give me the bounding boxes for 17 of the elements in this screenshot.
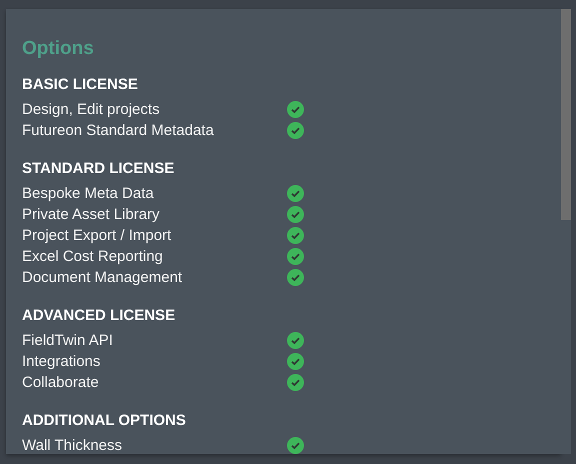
- feature-label: FieldTwin API: [22, 332, 114, 349]
- section-heading: STANDARD LICENSE: [22, 159, 176, 179]
- section-heading: ADVANCED LICENSE: [22, 306, 176, 326]
- feature-label: Excel Cost Reporting: [22, 248, 164, 265]
- scrollbar[interactable]: [561, 9, 571, 454]
- panel-title: Options: [22, 37, 95, 61]
- feature-label: Futureon Standard Metadata: [22, 122, 215, 139]
- section-heading: ADDITIONAL OPTIONS: [22, 411, 187, 431]
- feature-label: Document Management: [22, 269, 184, 286]
- feature-label: Bespoke Meta Data: [22, 185, 155, 202]
- feature-label: Integrations: [22, 353, 102, 370]
- feature-label: Design, Edit projects: [22, 101, 161, 118]
- feature-label: Wall Thickness: [22, 437, 124, 454]
- feature-label: Collaborate: [22, 374, 100, 391]
- feature-label: Private Asset Library: [22, 206, 161, 223]
- section-heading: BASIC LICENSE: [22, 75, 139, 95]
- feature-label: Project Export / Import: [22, 227, 172, 244]
